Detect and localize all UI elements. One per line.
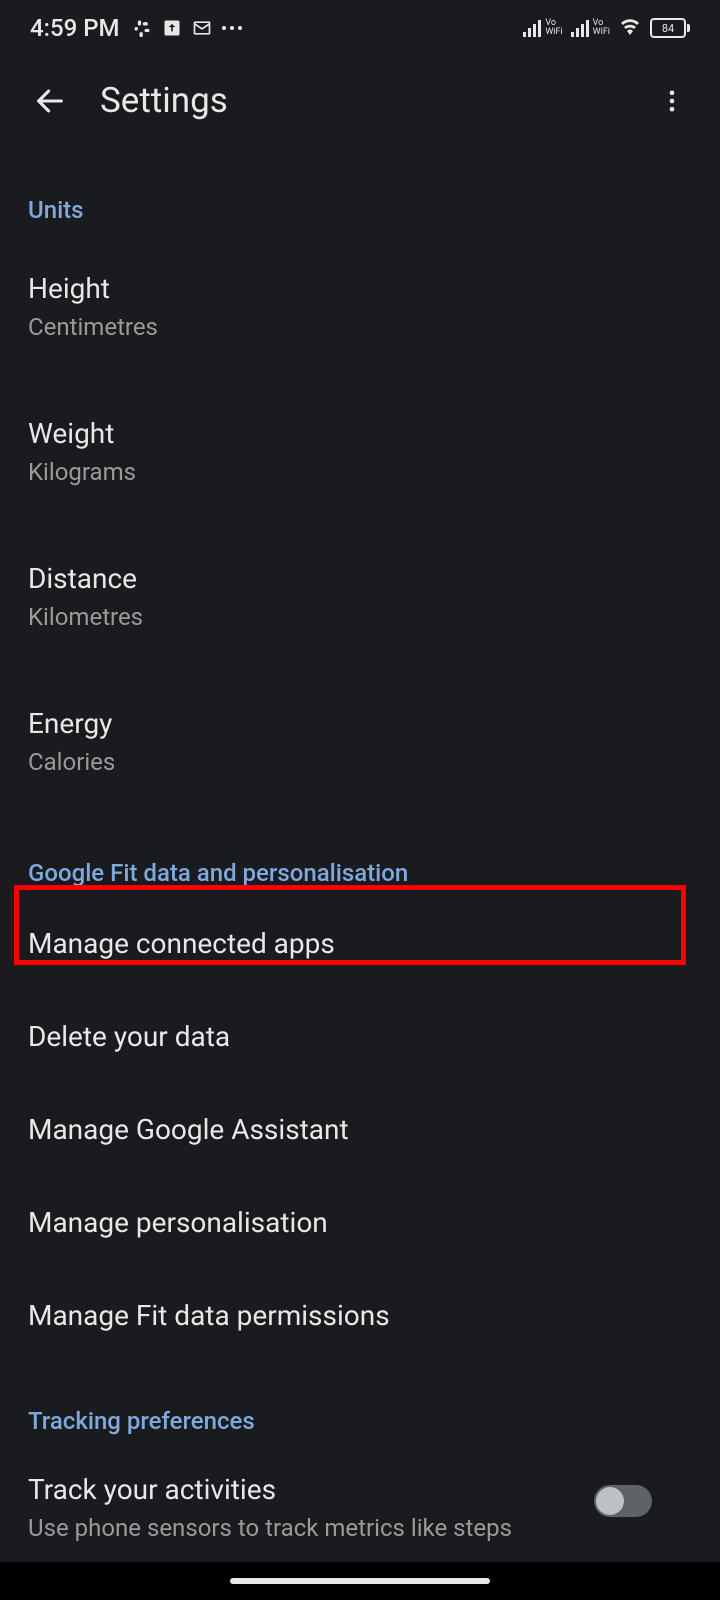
setting-manage-fit-permissions[interactable]: Manage Fit data permissions: [28, 1269, 692, 1362]
setting-subtitle: Kilometres: [28, 603, 692, 631]
section-header-tracking: Tracking preferences: [28, 1407, 692, 1435]
arrow-left-icon: [33, 84, 67, 118]
signal-1: VoWiFi: [523, 19, 562, 37]
more-options-button[interactable]: [652, 81, 692, 121]
page-title: Settings: [100, 80, 228, 121]
setting-manage-assistant[interactable]: Manage Google Assistant: [28, 1083, 692, 1176]
upload-icon: [162, 18, 182, 38]
signal-bars-icon: [571, 19, 589, 37]
setting-title: Weight: [28, 417, 692, 450]
setting-energy[interactable]: Energy Calories: [28, 669, 692, 814]
section-header-data: Google Fit data and personalisation: [28, 859, 692, 887]
setting-subtitle: Centimetres: [28, 313, 692, 341]
track-activities-toggle[interactable]: [594, 1485, 652, 1517]
status-right: VoWiFi VoWiFi 84: [523, 14, 690, 42]
setting-subtitle: Use phone sensors to track metrics like …: [28, 1514, 692, 1542]
setting-title: Manage personalisation: [28, 1206, 692, 1239]
setting-title: Manage Google Assistant: [28, 1113, 692, 1146]
more-vertical-icon: [658, 87, 686, 115]
setting-title: Distance: [28, 562, 692, 595]
status-time: 4:59 PM: [30, 14, 120, 42]
setting-track-activities[interactable]: Track your activities Use phone sensors …: [28, 1445, 692, 1552]
setting-subtitle: Kilograms: [28, 458, 692, 486]
signal-bars-icon: [523, 19, 541, 37]
setting-title: Manage Fit data permissions: [28, 1299, 692, 1332]
setting-manage-connected-apps[interactable]: Manage connected apps: [28, 897, 692, 990]
status-left: 4:59 PM: [30, 14, 242, 42]
vowifi-label-1: VoWiFi: [545, 19, 562, 37]
section-header-units: Units: [28, 196, 692, 224]
signal-2: VoWiFi: [571, 19, 610, 37]
battery-icon: 84: [650, 18, 690, 38]
back-button[interactable]: [30, 81, 70, 121]
home-indicator[interactable]: [230, 1578, 490, 1584]
gmail-icon: [192, 18, 212, 38]
setting-title: Height: [28, 272, 692, 305]
setting-subtitle: Calories: [28, 748, 692, 776]
setting-title: Manage connected apps: [28, 927, 692, 960]
vowifi-label-2: VoWiFi: [593, 19, 610, 37]
setting-title: Energy: [28, 707, 692, 740]
navigation-bar: [0, 1562, 720, 1600]
status-bar: 4:59 PM VoWiFi VoWi: [0, 0, 720, 56]
settings-content: Units Height Centimetres Weight Kilogram…: [0, 196, 720, 1552]
setting-manage-personalisation[interactable]: Manage personalisation: [28, 1176, 692, 1269]
setting-height[interactable]: Height Centimetres: [28, 234, 692, 379]
toggle-knob: [596, 1487, 624, 1515]
slack-icon: [132, 18, 152, 38]
setting-weight[interactable]: Weight Kilograms: [28, 379, 692, 524]
setting-delete-data[interactable]: Delete your data: [28, 990, 692, 1083]
setting-title: Track your activities: [28, 1473, 692, 1506]
status-icons-left: [132, 18, 242, 38]
setting-distance[interactable]: Distance Kilometres: [28, 524, 692, 669]
battery-level: 84: [650, 18, 686, 38]
wifi-icon: [618, 14, 642, 42]
more-notifications-icon: [222, 26, 242, 30]
app-bar: Settings: [0, 56, 720, 151]
setting-title: Delete your data: [28, 1020, 692, 1053]
